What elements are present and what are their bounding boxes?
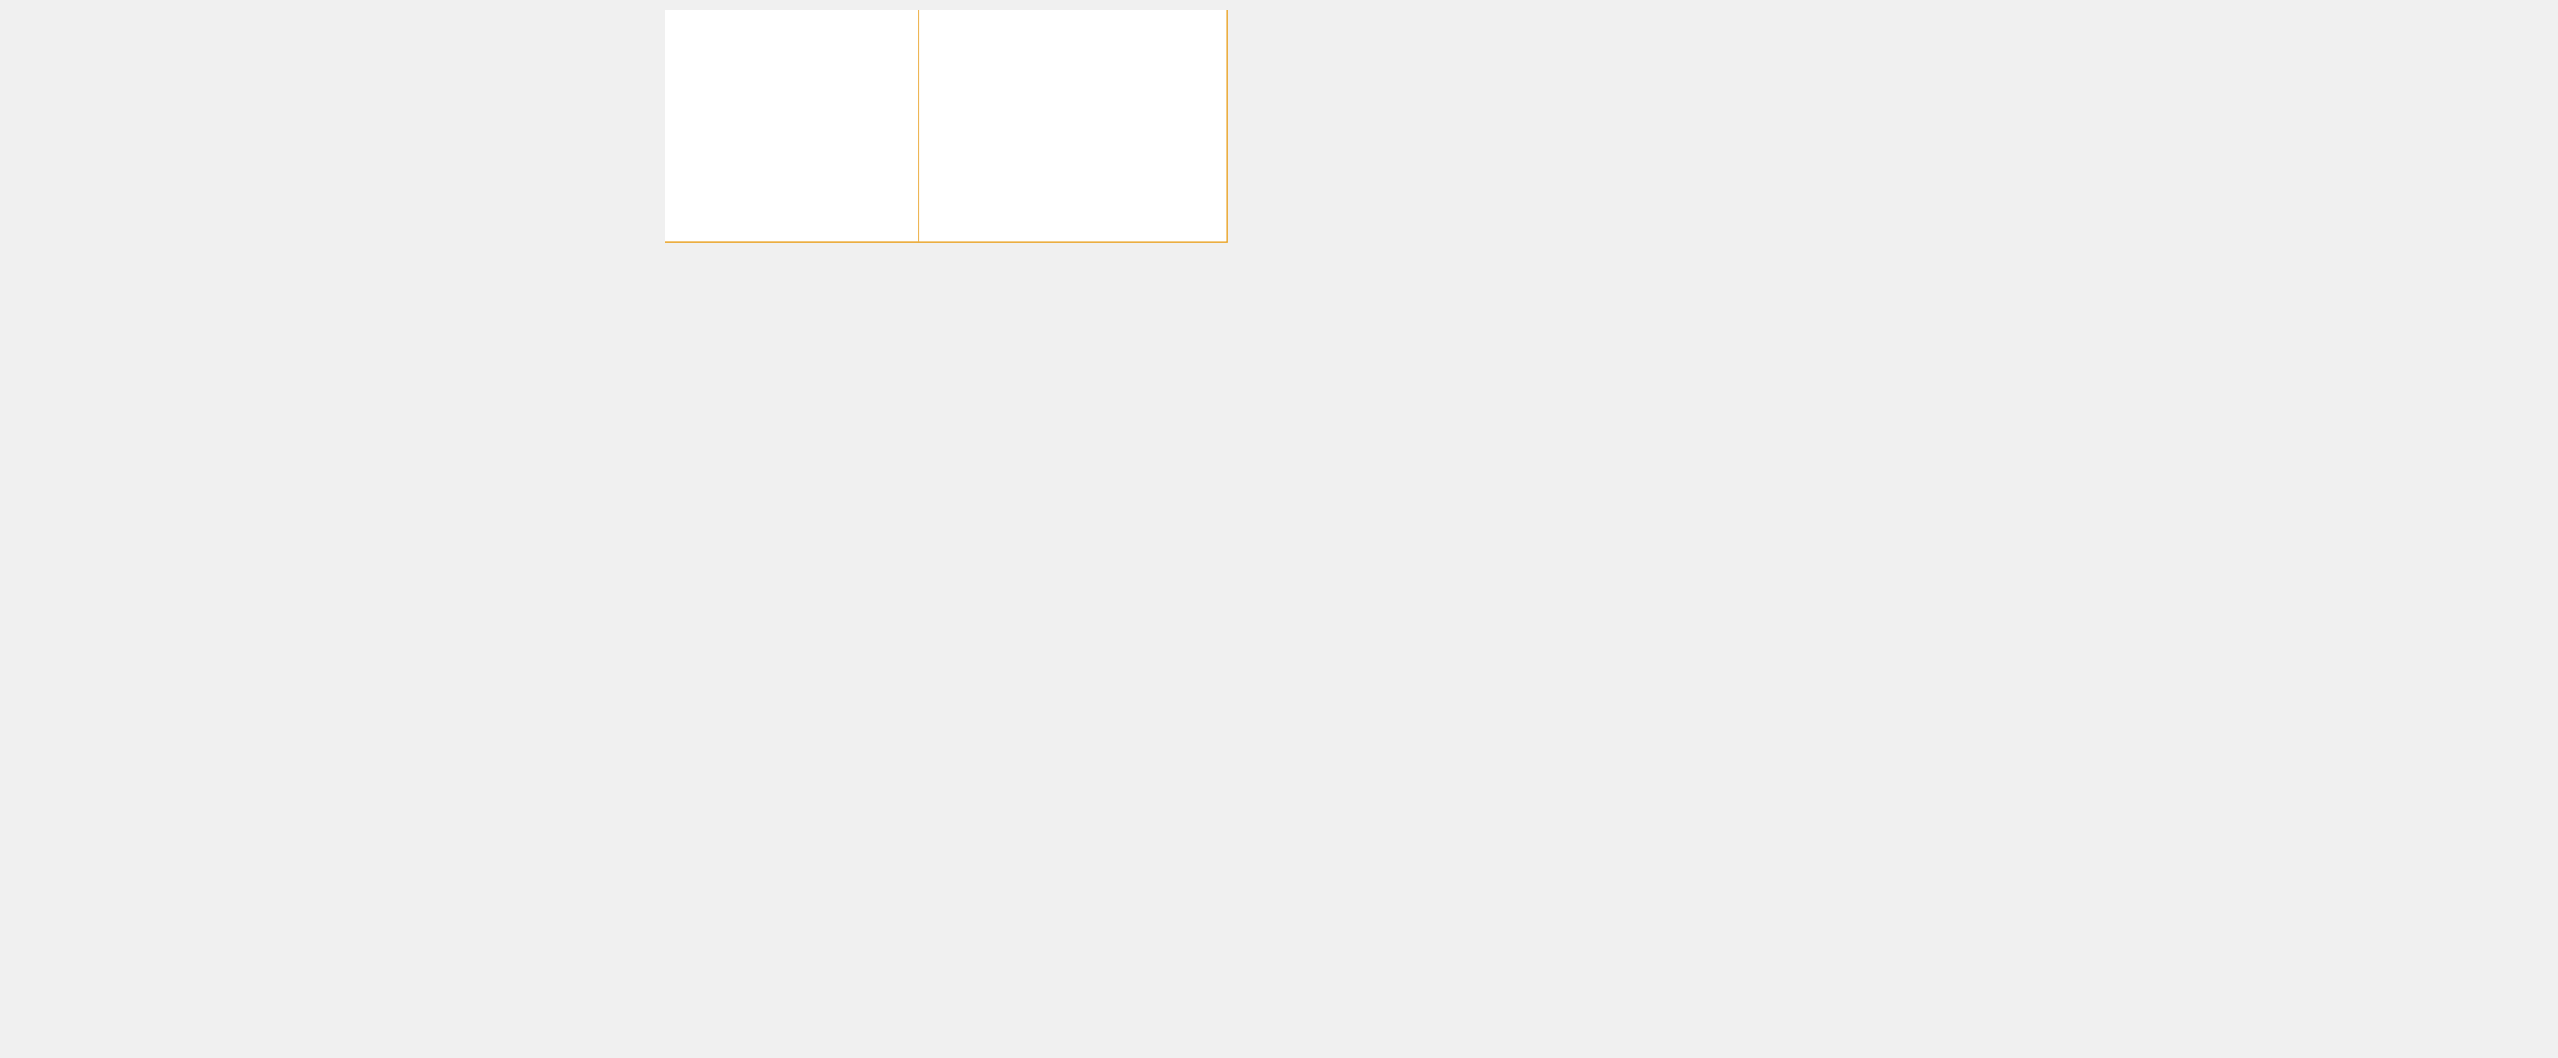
right-section: I HAVE CALLED YOU Friends Stewardship 20… [919,10,1226,241]
checkbox-rows: Please send information on how to simpli… [665,10,904,25]
endowment-checkbox-row: X Please send information on the church'… [665,11,904,24]
form-section: Name(s) John and Jane Doe Address 123 Ma… [665,10,904,233]
left-section: I HAVE CALLED YOU Friends Stewardship 20… [665,10,919,241]
commitment-form: I HAVE CALLED YOU Friends Stewardship 20… [665,10,1228,243]
